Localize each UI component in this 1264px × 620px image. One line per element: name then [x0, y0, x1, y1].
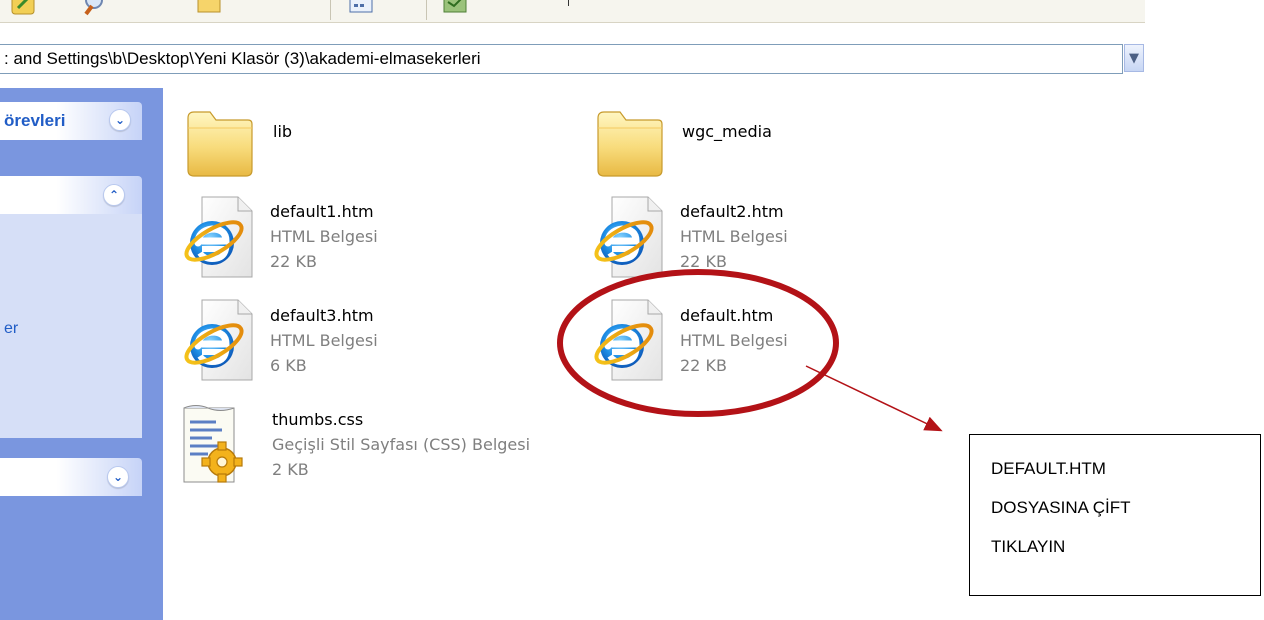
callout-line-1: DEFAULT.HTM — [991, 459, 1106, 478]
callout-line-2: DOSYASINA ÇİFT — [991, 498, 1131, 517]
callout-line-3: TIKLAYIN — [991, 537, 1066, 556]
highlight-ellipse — [557, 269, 839, 417]
annotation-callout: DEFAULT.HTM DOSYASINA ÇİFT TIKLAYIN — [969, 434, 1261, 596]
annotation-arrow — [805, 365, 943, 432]
